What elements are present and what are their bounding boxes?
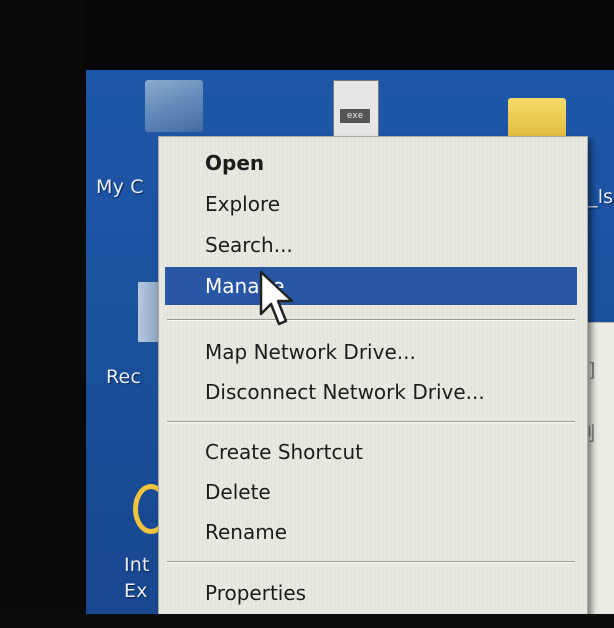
menu-item-properties[interactable]: Properties [165, 574, 577, 612]
monitor-bezel-bottom [0, 614, 614, 628]
mouse-pointer-icon [259, 270, 294, 326]
recycle-bin-label[interactable]: Rec [106, 366, 141, 388]
document-icon[interactable]: exe [333, 80, 379, 142]
menu-separator [167, 561, 575, 563]
my-computer-label[interactable]: My C [96, 176, 144, 198]
monitor-bezel-left [0, 0, 84, 628]
menu-item-map-network-drive[interactable]: Map Network Drive... [165, 333, 577, 371]
my-computer-icon[interactable] [145, 80, 203, 132]
recycle-bin-icon[interactable] [138, 282, 160, 342]
menu-item-search[interactable]: Search... [165, 226, 577, 264]
internet-explorer-label-line2[interactable]: Ex [124, 580, 148, 602]
menu-item-explore[interactable]: Explore [165, 185, 577, 223]
internet-explorer-label-line1[interactable]: Int [124, 554, 150, 576]
menu-separator [167, 421, 575, 423]
menu-item-create-shortcut[interactable]: Create Shortcut [165, 433, 577, 471]
folder-label[interactable]: _ls [588, 186, 613, 208]
menu-separator [167, 319, 575, 321]
menu-item-disconnect-network-drive[interactable]: Disconnect Network Drive... [165, 373, 577, 411]
document-icon-tag: exe [340, 109, 370, 123]
menu-item-rename[interactable]: Rename [165, 513, 577, 551]
menu-item-delete[interactable]: Delete [165, 473, 577, 511]
menu-item-open[interactable]: Open [165, 144, 577, 182]
context-menu[interactable]: Open Explore Search... Manage Map Networ… [158, 136, 588, 622]
monitor-bezel-top [0, 0, 614, 70]
menu-item-manage[interactable]: Manage [165, 267, 577, 305]
